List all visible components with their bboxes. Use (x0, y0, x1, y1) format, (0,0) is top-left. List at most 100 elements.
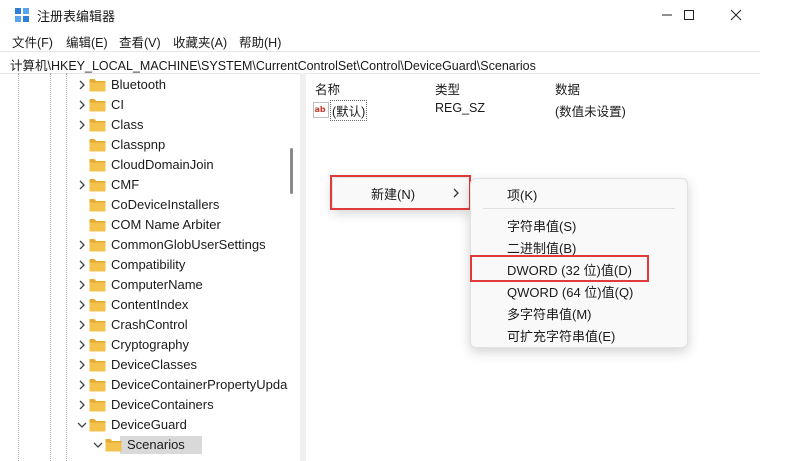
tree-item-label: CrashControl (111, 317, 188, 332)
tree-scrollbar[interactable] (287, 73, 295, 461)
submenu-item-multistring[interactable]: 多字符串值(M) (507, 304, 592, 323)
tree-item-label: Scenarios (127, 437, 185, 452)
tree-item[interactable]: CommonGlobUserSettings (0, 235, 288, 255)
tree-item-label: ContentIndex (111, 297, 189, 312)
tree-item[interactable]: CMF (0, 175, 288, 195)
chevron-right-icon[interactable] (77, 300, 87, 310)
submenu-item-expandstring[interactable]: 可扩充字符串值(E) (507, 326, 615, 345)
chevron-down-icon[interactable] (77, 420, 87, 430)
folder-icon (89, 199, 106, 212)
address-path: 计算机\HKEY_LOCAL_MACHINE\SYSTEM\CurrentCon… (10, 59, 536, 73)
chevron-right-icon[interactable] (77, 100, 87, 110)
tree-item-label: ComputerName (111, 277, 203, 292)
address-bar[interactable]: 计算机\HKEY_LOCAL_MACHINE\SYSTEM\CurrentCon… (0, 51, 760, 74)
menu-file[interactable]: 文件(F) (12, 32, 53, 51)
tree-item[interactable]: Classpnp (0, 135, 288, 155)
chevron-right-icon[interactable] (77, 340, 87, 350)
chevron-down-icon[interactable] (93, 440, 103, 450)
folder-icon (89, 299, 106, 312)
string-value-icon: ab (313, 102, 329, 118)
value-row[interactable]: ab (默认) REG_SZ (数值未设置) (313, 100, 753, 121)
column-header-type[interactable]: 类型 (435, 79, 460, 98)
chevron-right-icon[interactable] (77, 380, 87, 390)
tree-item-label: Bluetooth (111, 77, 166, 92)
maximize-icon (684, 10, 694, 20)
window-title: 注册表编辑器 (37, 9, 116, 24)
chevron-right-icon[interactable] (77, 180, 87, 190)
tree-item[interactable]: Compatibility (0, 255, 288, 275)
folder-icon (89, 339, 106, 352)
chevron-right-icon[interactable] (77, 320, 87, 330)
menu-bar: 文件(F) 编辑(E) 查看(V) 收藏夹(A) 帮助(H) (0, 30, 795, 50)
folder-icon (105, 439, 122, 452)
tree-scroll-thumb[interactable] (290, 148, 293, 194)
tree-item[interactable]: CI (0, 95, 288, 115)
close-icon (730, 9, 742, 21)
tree-item-label: CMF (111, 177, 140, 192)
maximize-button[interactable] (666, 0, 712, 30)
folder-icon (89, 79, 106, 92)
tree-item-label: Compatibility (111, 257, 186, 272)
submenu-item-qword[interactable]: QWORD (64 位)值(Q) (507, 282, 633, 301)
registry-editor-icon (14, 7, 30, 23)
tree-item-label: DeviceGuard (111, 417, 187, 432)
folder-icon (89, 239, 106, 252)
menu-edit[interactable]: 编辑(E) (66, 32, 108, 51)
tree-item-label: Classpnp (111, 137, 166, 152)
chevron-right-icon[interactable] (77, 120, 87, 130)
close-button[interactable] (713, 0, 759, 30)
folder-icon (89, 279, 106, 292)
highlight-new (330, 175, 471, 210)
chevron-right-icon[interactable] (77, 260, 87, 270)
folder-icon (89, 399, 106, 412)
chevron-right-icon[interactable] (77, 80, 87, 90)
column-header-data[interactable]: 数据 (555, 79, 580, 98)
tree-item[interactable]: Scenarios (0, 435, 288, 455)
folder-icon (89, 119, 106, 132)
chevron-right-icon[interactable] (77, 280, 87, 290)
submenu-separator (483, 208, 675, 209)
key-tree: Bluetooth CI Class Classpnp CloudDomainJoin C… (0, 73, 288, 461)
tree-item-label: CoDeviceInstallers (111, 197, 220, 212)
tree-item[interactable]: DeviceContainerPropertyUpda (0, 375, 288, 395)
chevron-right-icon[interactable] (77, 400, 87, 410)
highlight-dword (470, 255, 649, 282)
tree-item[interactable]: COM Name Arbiter (0, 215, 288, 235)
title-bar: 注册表编辑器 (0, 0, 795, 30)
folder-icon (89, 99, 106, 112)
submenu-item-key[interactable]: 项(K) (507, 185, 537, 204)
folder-icon (89, 159, 106, 172)
chevron-right-icon[interactable] (77, 360, 87, 370)
tree-item-label: CI (111, 97, 124, 112)
menu-help[interactable]: 帮助(H) (239, 32, 281, 51)
folder-icon (89, 219, 106, 232)
tree-item-label: DeviceContainers (111, 397, 214, 412)
folder-icon (89, 359, 106, 372)
tree-item[interactable]: ContentIndex (0, 295, 288, 315)
tree-item[interactable]: DeviceGuard (0, 415, 288, 435)
chevron-right-icon[interactable] (77, 240, 87, 250)
tree-item[interactable]: ComputerName (0, 275, 288, 295)
tree-item-label: Cryptography (111, 337, 190, 352)
menu-favorites[interactable]: 收藏夹(A) (173, 32, 227, 51)
value-name: (默认) (330, 100, 368, 121)
tree-item[interactable]: Class (0, 115, 288, 135)
tree-item-label: CommonGlobUserSettings (111, 237, 266, 252)
value-data: (数值未设置) (555, 105, 626, 119)
submenu-item-string[interactable]: 字符串值(S) (507, 216, 576, 235)
tree-item-label: DeviceContainerPropertyUpda (111, 377, 288, 392)
tree-item[interactable]: CoDeviceInstallers (0, 195, 288, 215)
tree-item[interactable]: DeviceClasses (0, 355, 288, 375)
tree-item[interactable]: CloudDomainJoin (0, 155, 288, 175)
tree-item-label: CloudDomainJoin (111, 157, 214, 172)
pane-splitter[interactable] (300, 73, 306, 461)
tree-item-label: Class (111, 117, 144, 132)
tree-item[interactable]: DeviceContainers (0, 395, 288, 415)
tree-item[interactable]: Cryptography (0, 335, 288, 355)
menu-view[interactable]: 查看(V) (119, 32, 161, 51)
tree-item-label: COM Name Arbiter (111, 217, 221, 232)
tree-item[interactable]: Bluetooth (0, 75, 288, 95)
tree-item[interactable]: CrashControl (0, 315, 288, 335)
column-header-name[interactable]: 名称 (315, 79, 340, 98)
folder-icon (89, 419, 106, 432)
